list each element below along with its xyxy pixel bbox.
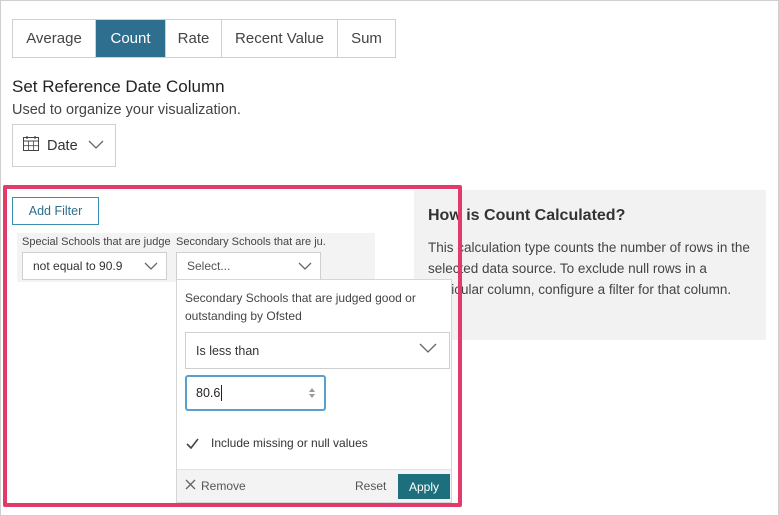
tab-recent-value[interactable]: Recent Value [222,20,338,57]
date-column-label: Date [47,137,78,154]
info-body: This calculation type counts the number … [428,240,750,297]
date-column-dropdown[interactable]: Date [12,124,116,167]
reference-date-title: Set Reference Date Column [12,77,225,96]
highlight-box [3,185,462,507]
tab-average[interactable]: Average [13,20,96,57]
tab-rate[interactable]: Rate [166,20,222,57]
calculation-info-panel: How is Count Calculated? This calculatio… [414,190,766,340]
reference-date-subtitle: Used to organize your visualization. [12,102,241,118]
calendar-icon [23,136,39,155]
calculation-tabs: Average Count Rate Recent Value Sum [12,19,396,58]
chevron-down-icon [88,138,104,154]
tab-sum[interactable]: Sum [338,20,395,57]
tab-count[interactable]: Count [96,20,166,57]
